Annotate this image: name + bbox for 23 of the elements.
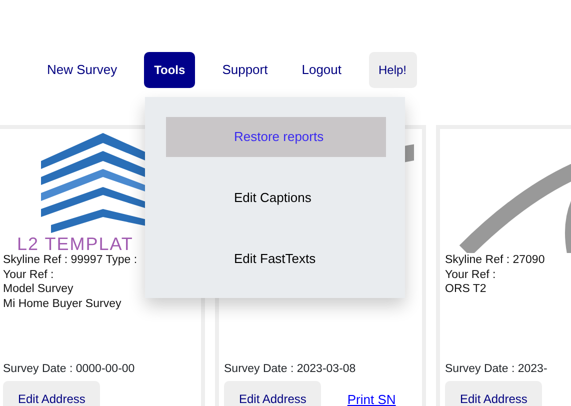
nav-link[interactable]: New Survey — [30, 52, 134, 88]
survey-info-text: Mi Home Buyer Survey — [3, 296, 122, 311]
nav-button[interactable]: Help! — [368, 52, 417, 88]
survey-info-text: Skyline Ref : 27090 — [445, 253, 545, 268]
survey-info-text: Your Ref : — [445, 268, 496, 282]
nav-link[interactable]: Logout — [284, 52, 358, 88]
menu-item[interactable]: Restore reports — [166, 117, 386, 157]
nav-button[interactable]: Tools — [144, 52, 196, 88]
survey-date: Survey Date : 2023- — [445, 362, 548, 377]
menu-item[interactable]: Edit FastTexts — [166, 239, 386, 279]
edit-address-button[interactable]: Edit Address — [445, 381, 542, 406]
survey-date: Survey Date : 2023-03-08 — [224, 362, 356, 377]
survey-info-text: Model Survey — [3, 282, 74, 296]
survey-info-text: Your Ref : — [3, 268, 54, 282]
logo-text: L2 TEMPLAT — [16, 235, 134, 253]
edit-address-button[interactable]: Edit Address — [3, 381, 100, 406]
print-link[interactable]: Print SN — [347, 390, 396, 406]
survey-info-text: ORS T2 — [445, 282, 486, 296]
edit-address-button[interactable]: Edit Address — [224, 381, 322, 406]
menu-item[interactable]: Edit Captions — [166, 178, 386, 218]
survey-date: Survey Date : 0000-00-00 — [3, 362, 135, 377]
survey-info-text: Skyline Ref : 99997 Type : — [3, 253, 138, 268]
nav-link[interactable]: Support — [205, 52, 285, 88]
